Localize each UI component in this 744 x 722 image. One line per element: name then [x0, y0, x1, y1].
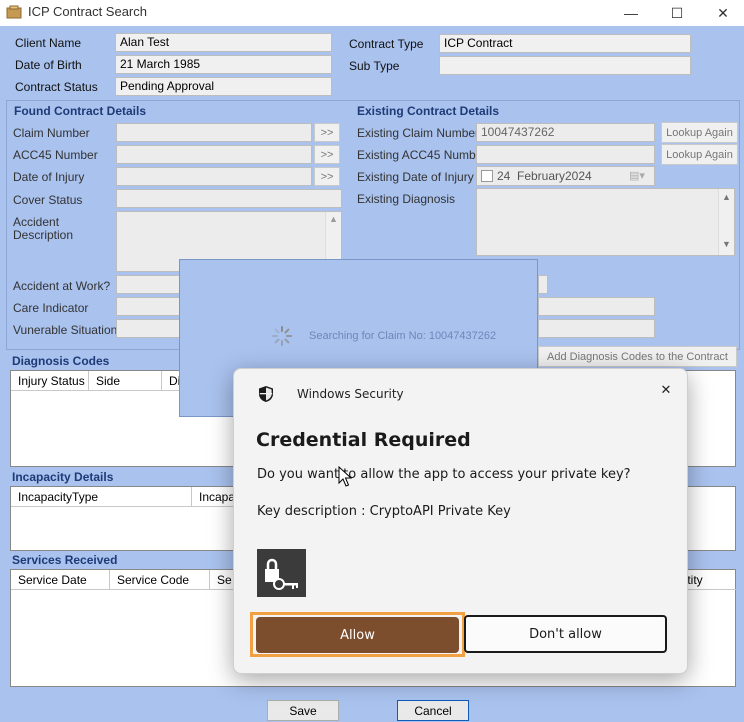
windows-security-dialog: Windows Security ✕ Credential Required D…: [233, 368, 688, 674]
date-checkbox[interactable]: [481, 170, 493, 182]
services-received-heading: Services Received: [12, 553, 118, 567]
loading-spinner-icon: [272, 326, 292, 346]
existing-extra-field-2[interactable]: [538, 319, 655, 338]
key-description: Key description : CryptoAPI Private Key: [257, 504, 511, 519]
accident-at-work-field[interactable]: [116, 275, 180, 294]
injury-date-label: Date of Injury: [13, 170, 85, 184]
column-header-incapacity-type[interactable]: IncapacityType: [11, 487, 192, 507]
title-bar: ICP Contract Search — ☐ ✕: [0, 0, 744, 26]
lookup-again-acc45-button[interactable]: Lookup Again: [661, 144, 738, 165]
dialog-close-button[interactable]: ✕: [653, 377, 679, 403]
dialog-app-name: Windows Security: [297, 387, 404, 401]
dialog-message: Do you want to allow the app to access y…: [257, 467, 631, 482]
minimize-icon: —: [624, 5, 638, 21]
scroll-down-icon: ▼: [722, 239, 731, 249]
acc45-label: ACC45 Number: [13, 148, 98, 162]
dob-field[interactable]: 21 March 1985: [115, 55, 332, 74]
window-title: ICP Contract Search: [28, 4, 147, 19]
injury-day: 24: [497, 169, 511, 183]
accident-description-label-2: Description: [13, 228, 74, 242]
client-name-field[interactable]: Alan Test: [115, 33, 332, 52]
claim-number-field[interactable]: [116, 123, 312, 142]
existing-injury-date-label: Existing Date of Injury: [357, 170, 474, 184]
accident-at-work-extra-field[interactable]: [538, 275, 548, 294]
contract-status-label: Contract Status: [15, 80, 98, 94]
contract-type-label: Contract Type: [349, 37, 424, 51]
existing-claim-number-label: Existing Claim Number: [357, 126, 480, 140]
close-icon: ✕: [717, 4, 729, 21]
claim-number-label: Claim Number: [13, 126, 90, 140]
existing-injury-date-picker[interactable]: 24 February 2024 ▤▾: [476, 166, 655, 186]
column-header-service-code[interactable]: Service Code: [110, 570, 210, 590]
acc45-arrow-button[interactable]: >>: [314, 145, 340, 164]
close-icon: ✕: [660, 382, 672, 398]
claim-number-arrow-button[interactable]: >>: [314, 123, 340, 142]
existing-acc45-field[interactable]: [476, 145, 655, 164]
client-name-label: Client Name: [15, 36, 82, 50]
sub-type-label: Sub Type: [349, 59, 400, 73]
app-icon: [6, 5, 22, 19]
column-header-injury-status[interactable]: Injury Status: [11, 371, 89, 391]
dob-label: Date of Birth: [15, 58, 82, 72]
existing-claim-number-field[interactable]: 10047437262: [476, 123, 655, 142]
key-lock-icon: [257, 549, 306, 597]
existing-diagnosis-scrollbar[interactable]: ▲ ▼: [718, 189, 734, 255]
acc45-field[interactable]: [116, 145, 312, 164]
cover-status-label: Cover Status: [13, 193, 83, 207]
close-window-button[interactable]: ✕: [700, 0, 744, 26]
minimize-button[interactable]: —: [608, 0, 654, 26]
column-header-service-date[interactable]: Service Date: [11, 570, 110, 590]
maximize-button[interactable]: ☐: [654, 0, 700, 26]
found-contract-heading: Found Contract Details: [14, 104, 147, 118]
accident-at-work-label: Accident at Work?: [13, 279, 111, 293]
care-indicator-field[interactable]: [116, 297, 180, 316]
injury-year: 2024: [565, 169, 592, 183]
injury-date-arrow-button[interactable]: >>: [314, 167, 340, 186]
incapacity-details-heading: Incapacity Details: [12, 470, 114, 484]
diagnosis-codes-heading: Diagnosis Codes: [12, 354, 110, 368]
dont-allow-button[interactable]: Don't allow: [464, 615, 667, 653]
contract-status-field[interactable]: Pending Approval: [115, 77, 332, 96]
cover-status-field[interactable]: [116, 189, 342, 208]
save-button[interactable]: Save: [267, 700, 339, 721]
dialog-title: Credential Required: [256, 429, 471, 451]
care-indicator-label: Care Indicator: [13, 301, 89, 315]
accident-description-label-1: Accident: [13, 215, 60, 229]
injury-month: February: [517, 169, 566, 183]
vulnerable-situation-label: Vunerable Situation: [13, 323, 118, 337]
searching-message: Searching for Claim No: 10047437262: [309, 330, 497, 342]
column-header-side[interactable]: Side: [89, 371, 162, 391]
sub-type-field[interactable]: [439, 56, 691, 75]
allow-button[interactable]: Allow: [256, 617, 459, 653]
existing-diagnosis-field[interactable]: [476, 188, 735, 256]
existing-extra-field-1[interactable]: [538, 297, 655, 316]
add-diagnosis-codes-button[interactable]: Add Diagnosis Codes to the Contract: [538, 346, 737, 367]
scroll-up-icon: ▲: [329, 214, 338, 224]
scroll-up-icon: ▲: [722, 192, 731, 202]
mouse-cursor-icon: [338, 466, 352, 487]
shield-icon: [259, 386, 273, 402]
lookup-again-claim-button[interactable]: Lookup Again: [661, 122, 738, 143]
injury-date-field[interactable]: [116, 167, 312, 186]
contract-type-field[interactable]: ICP Contract: [439, 34, 691, 53]
cancel-button[interactable]: Cancel: [397, 700, 469, 721]
calendar-icon[interactable]: ▤▾: [629, 169, 645, 182]
existing-diagnosis-label: Existing Diagnosis: [357, 192, 456, 206]
existing-contract-heading: Existing Contract Details: [357, 104, 500, 118]
maximize-icon: ☐: [670, 4, 684, 21]
vulnerable-situation-field[interactable]: [116, 319, 180, 338]
existing-acc45-label: Existing ACC45 Number: [357, 148, 487, 162]
